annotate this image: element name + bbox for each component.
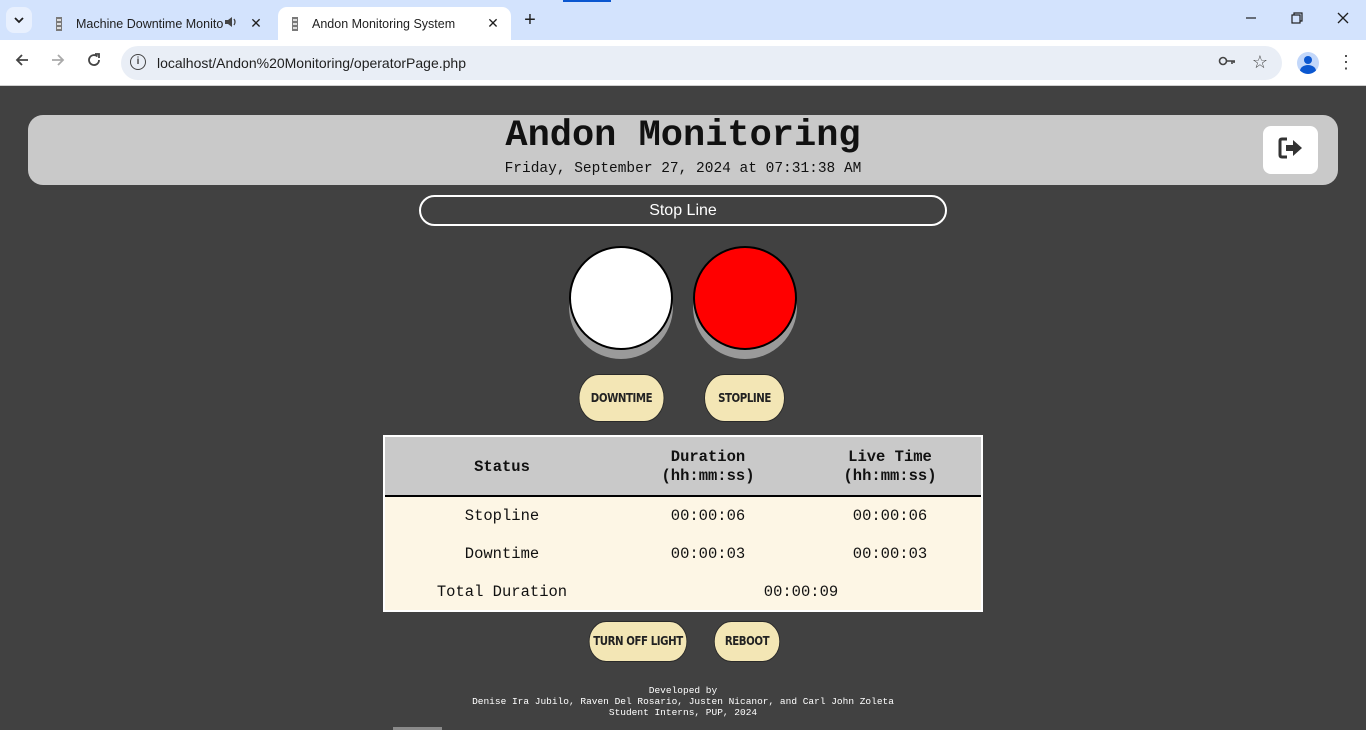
address-bar[interactable]: i localhost/Andon%20Monitoring/operatorP… xyxy=(121,46,1282,80)
page-header: Andon Monitoring Friday, September 27, 2… xyxy=(28,115,1338,185)
stopline-button[interactable]: STOPLINE xyxy=(704,374,785,422)
row-live-time: 00:00:06 xyxy=(852,507,928,525)
duration-table: Status Duration (hh:mm:ss) Live Time (hh… xyxy=(383,435,983,612)
header-live-time: Live Time (hh:mm:ss) xyxy=(843,448,937,485)
key-icon[interactable] xyxy=(1218,54,1236,70)
kebab-menu-icon[interactable]: ⋮ xyxy=(1337,52,1355,74)
tab-favicon-icon xyxy=(52,16,66,31)
tab-andon-monitoring[interactable]: Andon Monitoring System ✕ xyxy=(278,7,511,40)
chevron-down-icon[interactable] xyxy=(6,7,32,33)
close-tab-icon[interactable]: ✕ xyxy=(485,15,501,32)
header-duration: Duration (hh:mm:ss) xyxy=(661,448,755,485)
tab-strip-indicator xyxy=(563,0,611,2)
minimize-icon[interactable] xyxy=(1241,10,1261,30)
footer-line: Denise Ira Jubilo, Raven Del Rosario, Ju… xyxy=(472,696,894,707)
forward-arrow-icon[interactable] xyxy=(47,52,69,74)
browser-tab-strip: Machine Downtime Monitoring ✕ Andon Moni… xyxy=(0,0,1366,40)
page-footer: Developed by Denise Ira Jubilo, Raven De… xyxy=(0,685,1366,718)
total-value: 00:00:09 xyxy=(763,583,839,601)
row-duration: 00:00:06 xyxy=(670,507,746,525)
row-status: Stopline xyxy=(464,507,540,525)
reload-icon[interactable] xyxy=(83,52,105,74)
tab-favicon-icon xyxy=(288,16,302,31)
total-label: Total Duration xyxy=(436,583,568,601)
logout-icon xyxy=(1278,136,1304,165)
logout-button[interactable] xyxy=(1263,126,1318,174)
browser-toolbar: i localhost/Andon%20Monitoring/operatorP… xyxy=(0,40,1366,86)
url-text: localhost/Andon%20Monitoring/operatorPag… xyxy=(157,55,466,71)
current-datetime: Friday, September 27, 2024 at 07:31:38 A… xyxy=(504,161,862,177)
restore-icon[interactable] xyxy=(1287,10,1307,30)
page-title: Andon Monitoring xyxy=(505,115,861,157)
row-live-time: 00:00:03 xyxy=(852,545,928,563)
tab-title: Machine Downtime Monitoring xyxy=(76,16,224,31)
footer-line: Student Interns, PUP, 2024 xyxy=(608,707,758,718)
row-status: Downtime xyxy=(464,545,540,563)
close-tab-icon[interactable]: ✕ xyxy=(248,15,264,32)
row-duration: 00:00:03 xyxy=(670,545,746,563)
plus-icon[interactable]: + xyxy=(520,10,540,30)
star-icon[interactable]: ☆ xyxy=(1252,52,1268,73)
stopline-light xyxy=(693,246,797,350)
back-arrow-icon[interactable] xyxy=(11,52,33,74)
reboot-button[interactable]: REBOOT xyxy=(713,621,781,662)
tab-machine-downtime[interactable]: Machine Downtime Monitoring ✕ xyxy=(42,7,274,40)
speaker-icon[interactable] xyxy=(224,16,238,31)
header-status: Status xyxy=(474,457,530,476)
downtime-light xyxy=(569,246,673,350)
close-icon[interactable] xyxy=(1333,10,1353,30)
profile-icon[interactable] xyxy=(1297,52,1319,74)
tab-title: Andon Monitoring System xyxy=(312,16,456,31)
turn-off-light-button[interactable]: TURN OFF LIGHT xyxy=(588,621,688,662)
status-indicator-bar: Stop Line xyxy=(419,195,947,226)
info-icon[interactable]: i xyxy=(130,54,146,70)
downtime-button[interactable]: DOWNTIME xyxy=(578,374,665,422)
table-header: Status Duration (hh:mm:ss) Live Time (hh… xyxy=(385,437,981,497)
footer-line: Developed by xyxy=(648,685,718,696)
